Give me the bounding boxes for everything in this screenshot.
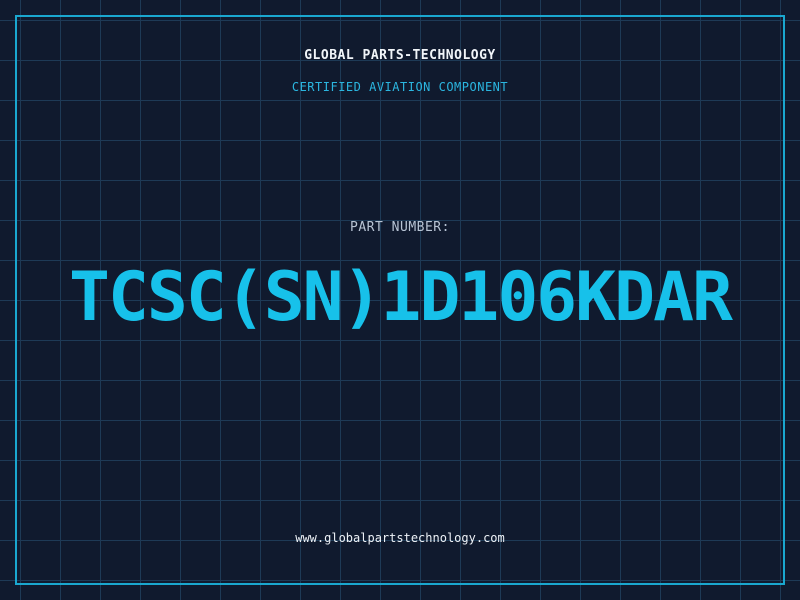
website-url: www.globalpartstechnology.com xyxy=(295,531,505,545)
part-card: GLOBAL PARTS-TECHNOLOGY CERTIFIED AVIATI… xyxy=(0,0,800,600)
company-tagline: CERTIFIED AVIATION COMPONENT xyxy=(291,80,509,94)
part-number-value: TCSC(SN)1D106KDAR xyxy=(69,258,733,337)
part-number-label: PART NUMBER: xyxy=(350,220,450,235)
company-name: GLOBAL PARTS-TECHNOLOGY xyxy=(304,48,496,63)
